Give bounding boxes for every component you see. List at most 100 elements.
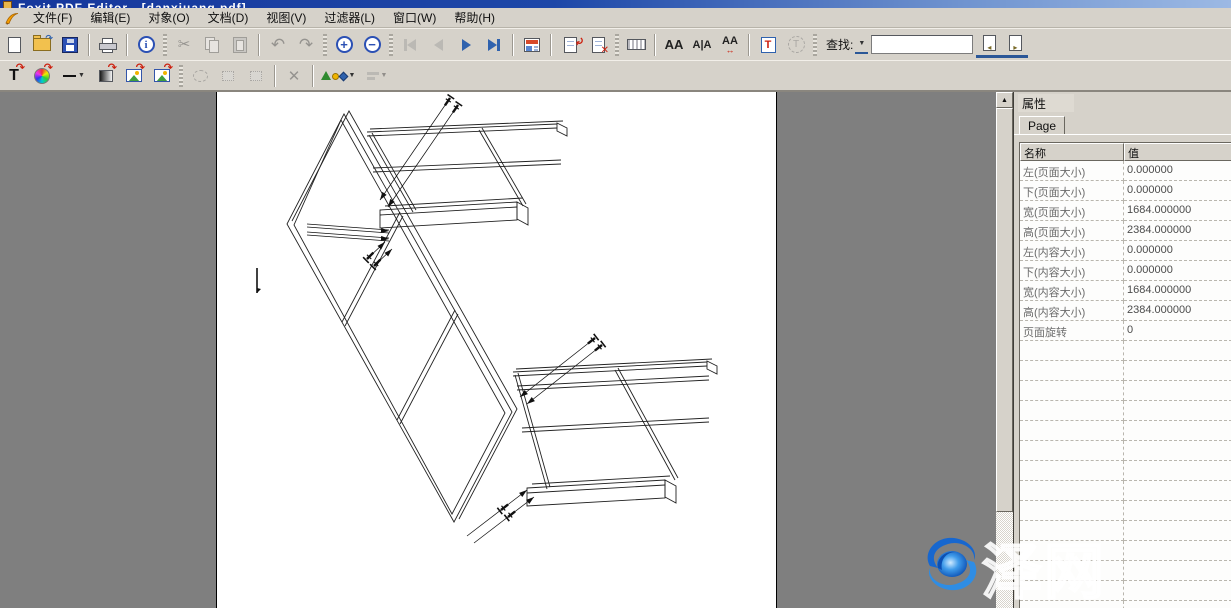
document-info-button[interactable]: i	[133, 32, 159, 58]
font-substitute-icon: AA	[665, 37, 684, 52]
toolbar-grip[interactable]	[389, 34, 393, 56]
menu-window[interactable]: 窗口(W)	[384, 7, 445, 28]
new-document-button[interactable]	[1, 32, 27, 58]
scroll-up-button[interactable]: ▲	[996, 92, 1013, 108]
empty-row	[1020, 481, 1231, 501]
find-next-button[interactable]: ▸	[1002, 32, 1028, 58]
tab-page[interactable]: Page	[1019, 116, 1065, 134]
pdf-page[interactable]	[216, 92, 777, 608]
grid-header: 名称 值	[1020, 143, 1231, 161]
property-row[interactable]: 页面旋转0	[1020, 321, 1231, 341]
color-tool-button[interactable]: ↷	[29, 63, 55, 89]
document-canvas[interactable]	[0, 92, 996, 608]
toolbar-grip[interactable]	[615, 34, 619, 56]
page-layout-button[interactable]	[519, 32, 545, 58]
add-text-object-button[interactable]: T	[755, 32, 781, 58]
print-button[interactable]	[95, 32, 121, 58]
redo-icon: ↷	[299, 36, 313, 53]
shading-tool-button[interactable]: ↷	[93, 63, 119, 89]
delete-object-icon: ✕	[288, 67, 301, 85]
empty-row	[1020, 381, 1231, 401]
column-header-value[interactable]: 值	[1124, 143, 1231, 161]
redo-button[interactable]: ↷	[293, 32, 319, 58]
paste-button[interactable]	[227, 32, 253, 58]
line-tool-button[interactable]: ▼	[57, 63, 91, 89]
cut-icon: ✂	[178, 37, 191, 52]
char-width-button[interactable]: AA ↔	[717, 32, 743, 58]
next-page-button[interactable]	[453, 32, 479, 58]
column-header-name[interactable]: 名称	[1020, 143, 1124, 161]
keyboard-button[interactable]	[623, 32, 649, 58]
property-row[interactable]: 下(内容大小)0.000000	[1020, 261, 1231, 281]
property-row[interactable]: 左(页面大小)0.000000	[1020, 161, 1231, 181]
shapes-tool-button[interactable]: ▼	[319, 63, 357, 89]
property-row[interactable]: 宽(内容大小)1684.000000	[1020, 281, 1231, 301]
toolbar-grip[interactable]	[813, 34, 817, 56]
toolbar-grip[interactable]	[179, 65, 183, 87]
save-button[interactable]	[57, 32, 83, 58]
property-row[interactable]: 高(页面大小)2384.000000	[1020, 221, 1231, 241]
property-row[interactable]: 宽(页面大小)1684.000000	[1020, 201, 1231, 221]
delete-object-button[interactable]: ✕	[281, 63, 307, 89]
toolbar-grip[interactable]	[163, 34, 167, 56]
copy-button[interactable]	[199, 32, 225, 58]
scrollbar-track[interactable]	[996, 512, 1013, 608]
lasso-select-button[interactable]	[187, 63, 213, 89]
undo-button[interactable]: ↶	[265, 32, 291, 58]
empty-row	[1020, 521, 1231, 541]
edit-image-button[interactable]: ↷	[121, 63, 147, 89]
zoom-out-button[interactable]: −	[359, 32, 385, 58]
menu-file[interactable]: 文件(F)	[24, 7, 81, 28]
font-compare-button[interactable]: A|A	[689, 32, 715, 58]
find-label: 查找:	[826, 36, 853, 53]
property-row[interactable]: 左(内容大小)0.000000	[1020, 241, 1231, 261]
open-folder-icon: ↷	[33, 38, 51, 51]
menu-view[interactable]: 视图(V)	[257, 7, 315, 28]
previous-page-button[interactable]	[425, 32, 451, 58]
group-back-icon	[222, 71, 234, 81]
text-mode-button[interactable]: T	[783, 32, 809, 58]
menu-edit[interactable]: 编辑(E)	[81, 7, 139, 28]
add-image-button[interactable]: ↷	[149, 63, 175, 89]
open-button[interactable]: ↷	[29, 32, 55, 58]
group-back-button[interactable]	[215, 63, 241, 89]
zoom-in-button[interactable]: +	[331, 32, 357, 58]
find-input[interactable]	[871, 35, 973, 54]
menu-document[interactable]: 文档(D)	[199, 7, 258, 28]
separator	[126, 34, 128, 56]
insert-page-button[interactable]: ↷	[557, 32, 583, 58]
toolbar-grip[interactable]	[323, 34, 327, 56]
menu-filter[interactable]: 过滤器(L)	[315, 7, 384, 28]
font-compare-icon: A|A	[693, 39, 712, 51]
empty-row	[1020, 361, 1231, 381]
font-substitute-button[interactable]: AA	[661, 32, 687, 58]
separator	[512, 34, 514, 56]
scrollbar-thumb[interactable]	[996, 108, 1013, 512]
last-page-button[interactable]	[481, 32, 507, 58]
cut-button[interactable]: ✂	[171, 32, 197, 58]
vertical-scrollbar[interactable]: ▲	[996, 92, 1013, 608]
menu-object[interactable]: 对象(O)	[139, 7, 198, 28]
empty-row	[1020, 601, 1231, 608]
lasso-icon	[193, 70, 208, 82]
line-tool-icon	[63, 75, 76, 77]
add-text-tool-button[interactable]: T ↷	[1, 63, 27, 89]
align-tool-button[interactable]: ▼	[359, 63, 395, 89]
find-previous-button[interactable]: ◂	[976, 32, 1002, 58]
first-page-button[interactable]	[397, 32, 423, 58]
group-forward-button[interactable]	[243, 63, 269, 89]
text-mode-icon: T	[788, 36, 805, 53]
delete-page-button[interactable]: ✕	[585, 32, 611, 58]
save-floppy-icon	[62, 37, 78, 53]
copy-icon	[205, 37, 220, 53]
menu-help[interactable]: 帮助(H)	[445, 7, 504, 28]
find-options-dropdown[interactable]: ▼	[855, 36, 868, 54]
empty-row	[1020, 421, 1231, 441]
separator	[258, 34, 260, 56]
property-row[interactable]: 下(页面大小)0.000000	[1020, 181, 1231, 201]
info-icon: i	[138, 36, 155, 53]
previous-page-icon	[434, 39, 443, 51]
shapes-icon	[321, 71, 347, 80]
last-page-icon	[488, 39, 500, 51]
property-row[interactable]: 高(内容大小)2384.000000	[1020, 301, 1231, 321]
